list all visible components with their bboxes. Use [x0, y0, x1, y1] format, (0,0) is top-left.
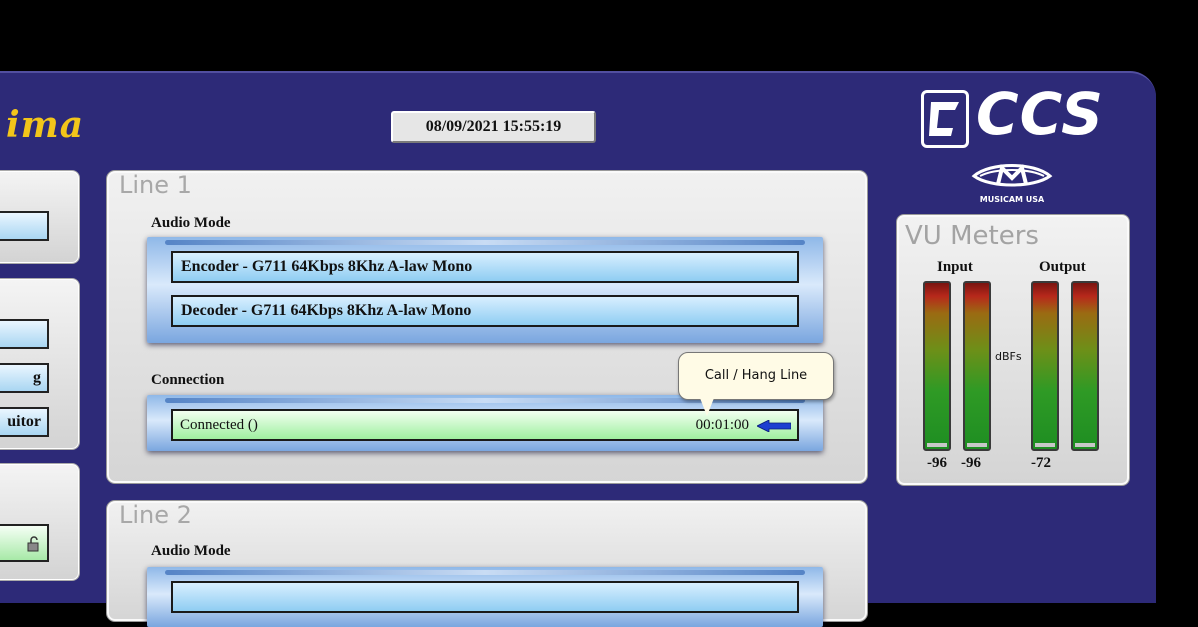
ccs-logo-icon	[921, 90, 969, 148]
vu-meters-panel: VU Meters Input Output dBFs -96 -96 -72	[896, 214, 1130, 486]
left-panel-button[interactable]	[0, 319, 49, 349]
input-right-value: -96	[961, 455, 981, 471]
left-panel-1	[0, 170, 80, 264]
line1-connection-block: Connected () 00:01:00	[147, 395, 823, 451]
dbfs-unit-label: dBFs	[995, 350, 1022, 363]
call-hang-arrow-icon[interactable]	[757, 420, 791, 432]
musicam-logo-icon	[971, 164, 1053, 187]
vu-meters-title: VU Meters	[905, 221, 1039, 251]
line1-panel: Line 1 Audio Mode Encoder - G711 64Kbps …	[106, 170, 868, 484]
line2-panel: Line 2 Audio Mode	[106, 500, 868, 627]
output-label: Output	[1039, 259, 1086, 275]
musicam-text: MUSICAM USA	[979, 195, 1045, 204]
lock-button[interactable]	[0, 524, 49, 562]
output-left-meter	[1031, 281, 1059, 451]
date-time-display: 08/09/2021 15:55:19	[391, 111, 596, 143]
left-panel-3	[0, 463, 80, 581]
line2-audio-mode-label: Audio Mode	[151, 543, 231, 559]
left-panel-button[interactable]	[0, 211, 49, 241]
left-panel-2: g uitor	[0, 278, 80, 450]
input-left-value: -96	[927, 455, 947, 471]
lock-icon	[27, 536, 39, 552]
line1-audio-mode-block: Encoder - G711 64Kbps 8Khz A-law Mono De…	[147, 237, 823, 343]
tooltip-pointer	[700, 398, 714, 416]
musicam-logo: MUSICAM USA	[966, 160, 1058, 204]
input-left-meter	[923, 281, 951, 451]
output-left-value: -72	[1031, 455, 1051, 471]
brand-title: ima	[6, 104, 85, 146]
connection-status: Connected ()	[180, 417, 258, 433]
decoder-field[interactable]: Decoder - G711 64Kbps 8Khz A-law Mono	[171, 295, 799, 327]
output-right-meter	[1071, 281, 1099, 451]
input-right-meter	[963, 281, 991, 451]
ccs-logo-text: CCS	[976, 80, 1104, 148]
encoder-field[interactable]: Encoder - G711 64Kbps 8Khz A-law Mono	[171, 251, 799, 283]
line2-encoder-field[interactable]	[171, 581, 799, 613]
left-panel-button[interactable]: g	[0, 363, 49, 393]
call-hang-tooltip: Call / Hang Line	[678, 352, 834, 400]
line2-title: Line 2	[119, 501, 192, 529]
input-label: Input	[937, 259, 973, 275]
line2-audio-mode-block	[147, 567, 823, 627]
line1-connection-label: Connection	[151, 372, 225, 388]
left-panel-button[interactable]: uitor	[0, 407, 49, 437]
line1-audio-mode-label: Audio Mode	[151, 215, 231, 231]
line1-title: Line 1	[119, 171, 192, 199]
